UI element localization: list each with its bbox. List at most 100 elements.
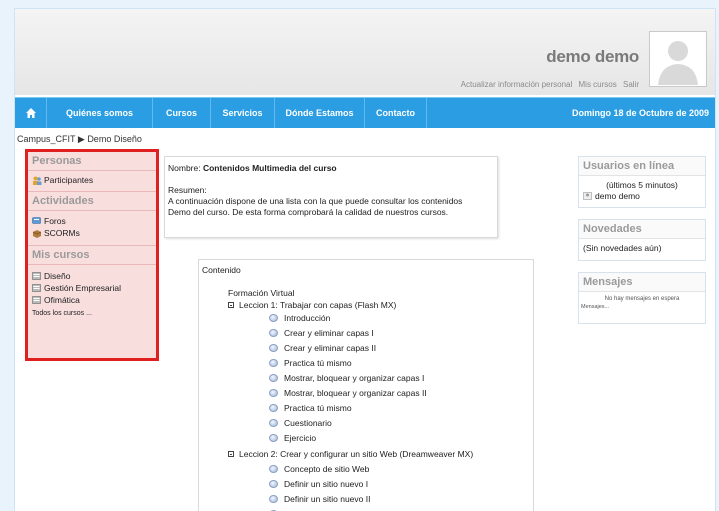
lesson-1-label: Leccion 1: Trabajar con capas (Flash MX) [239, 300, 397, 310]
actividades-title: Actividades [28, 191, 156, 211]
scorms-label: SCORMs [44, 228, 80, 238]
online-users-block: Usuarios en línea (últimos 5 minutos) de… [578, 156, 706, 208]
content-bullet-icon [269, 374, 278, 382]
course-ofimatica-label: Ofimática [44, 295, 80, 305]
online-users-title: Usuarios en línea [579, 157, 705, 176]
messages-empty: No hay mensajes en espera [604, 296, 680, 302]
home-icon [25, 108, 36, 118]
content-bullet-icon [269, 404, 278, 412]
all-courses-link[interactable]: Todos los cursos ... [28, 309, 156, 318]
breadcrumb-current: Demo Diseño [87, 134, 142, 144]
lesson-item-label: Definir un sitio nuevo I [284, 479, 369, 489]
content-box: Contenido Formación Virtual Leccion 1: T… [198, 259, 534, 511]
current-date: Domingo 18 de Octubre de 2009 [571, 108, 709, 118]
lesson-item[interactable]: Mostrar, bloquear y organizar capas I [269, 373, 424, 383]
nav-contacto[interactable]: Contacto [365, 98, 427, 128]
logout-link[interactable]: Salir [623, 80, 639, 89]
course-icon [32, 296, 41, 304]
forum-icon [32, 217, 41, 225]
lesson-item[interactable]: Crear y eliminar capas II [269, 343, 376, 353]
summary-label: Resumen: [168, 185, 207, 195]
lesson-item[interactable]: Definir un sitio nuevo I [269, 479, 368, 489]
lesson-item[interactable]: Practica tú mismo [269, 403, 352, 413]
online-user-link[interactable]: demo demo [579, 190, 705, 202]
update-profile-link[interactable]: Actualizar información personal [461, 80, 573, 89]
my-courses-link[interactable]: Mis cursos [579, 80, 617, 89]
scorm-package-icon [32, 229, 42, 238]
course-diseno-label: Diseño [44, 271, 71, 281]
user-links: Actualizar información personal Mis curs… [457, 80, 639, 89]
avatar[interactable] [649, 31, 707, 87]
news-title: Novedades [579, 220, 705, 239]
breadcrumb-separator: ▶ [77, 134, 85, 144]
nav-quienes-somos[interactable]: Quiénes somos [47, 98, 153, 128]
lesson-item-label: Practica tú mismo [284, 358, 352, 368]
content-title: Contenido [202, 265, 241, 275]
lesson-item-label: Concepto de sitio Web [284, 464, 370, 474]
nav-cursos[interactable]: Cursos [153, 98, 211, 128]
lesson-item-label: Crear y eliminar capas I [284, 328, 374, 338]
breadcrumb-root[interactable]: Campus_CFIT [17, 134, 75, 144]
participants-icon [32, 176, 42, 185]
lesson-item[interactable]: Definir un sitio nuevo II [269, 494, 370, 504]
page-header: demo demo Actualizar información persona… [15, 9, 715, 95]
content-bullet-icon [269, 434, 278, 442]
left-sidebar: Personas Participantes Actividades Foros [25, 149, 159, 361]
username: demo demo [546, 47, 639, 66]
summary-line-1: A continuación dispone de una lista con … [168, 196, 463, 206]
course-gestion-label: Gestión Empresarial [44, 283, 122, 293]
main-navbar: Quiénes somos Cursos Servicios Dónde Est… [15, 97, 715, 128]
news-block: Novedades (Sin novedades aún) [578, 219, 706, 261]
lesson-item[interactable]: Mostrar, bloquear y organizar capas II [269, 388, 427, 398]
lesson-2[interactable]: Leccion 2: Crear y configurar un sitio W… [228, 449, 473, 459]
course-icon [32, 284, 41, 292]
lesson-1[interactable]: Leccion 1: Trabajar con capas (Flash MX) [228, 300, 396, 310]
messages-link[interactable]: Mensajes... [579, 302, 705, 312]
course-name: Contenidos Multimedia del curso [202, 163, 337, 173]
lesson-item-label: Practica tú mismo [284, 403, 352, 413]
name-label: Nombre: [168, 163, 201, 173]
lesson-item-label: Ejercicio [284, 433, 317, 443]
content-bullet-icon [269, 329, 278, 337]
content-bullet-icon [269, 359, 278, 367]
lesson-item-label: Mostrar, bloquear y organizar capas I [284, 373, 425, 383]
lesson-item[interactable]: Cuestionario [269, 418, 332, 428]
lesson-item-label: Crear y eliminar capas II [284, 343, 377, 353]
browser-frame: demo demo Actualizar información persona… [14, 8, 716, 511]
nav-donde-estamos[interactable]: Dónde Estamos [275, 98, 365, 128]
lesson-item-label: Definir un sitio nuevo II [284, 494, 371, 504]
collapse-icon[interactable] [228, 451, 234, 457]
foros-link[interactable]: Foros [28, 215, 156, 227]
course-diseno-link[interactable]: Diseño [28, 270, 156, 282]
content-bullet-icon [269, 344, 278, 352]
course-ofimatica-link[interactable]: Ofimática [28, 294, 156, 306]
content-bullet-icon [269, 480, 278, 488]
mis-cursos-title: Mis cursos [28, 245, 156, 265]
participantes-label: Participantes [44, 175, 94, 185]
course-gestion-link[interactable]: Gestión Empresarial [28, 282, 156, 294]
lesson-item[interactable]: Crear y eliminar capas I [269, 328, 374, 338]
participantes-link[interactable]: Participantes [28, 174, 156, 186]
lesson-item[interactable]: Concepto de sitio Web [269, 464, 369, 474]
messages-title: Mensajes [579, 273, 705, 292]
messages-block: Mensajes No hay mensajes en espera Mensa… [578, 272, 706, 324]
content-bullet-icon [269, 495, 278, 503]
collapse-icon[interactable] [228, 302, 234, 308]
content-bullet-icon [269, 419, 278, 427]
lesson-item-label: Cuestionario [284, 418, 332, 428]
personas-title: Personas [28, 152, 156, 171]
home-button[interactable] [15, 98, 47, 128]
online-users-subtitle: (últimos 5 minutos) [606, 180, 678, 190]
scorms-link[interactable]: SCORMs [28, 227, 156, 239]
content-bullet-icon [269, 314, 278, 322]
user-icon [583, 192, 592, 200]
course-icon [32, 272, 41, 280]
breadcrumb: Campus_CFIT ▶ Demo Diseño [17, 134, 142, 145]
summary-line-2: Demo del curso. De esta forma comprobará… [168, 207, 449, 217]
nav-servicios[interactable]: Servicios [211, 98, 275, 128]
lesson-item-label: Introducción [284, 313, 331, 323]
lesson-item[interactable]: Introducción [269, 313, 330, 323]
lesson-item[interactable]: Ejercicio [269, 433, 316, 443]
lesson-item[interactable]: Practica tú mismo [269, 358, 352, 368]
content-bullet-icon [269, 465, 278, 473]
